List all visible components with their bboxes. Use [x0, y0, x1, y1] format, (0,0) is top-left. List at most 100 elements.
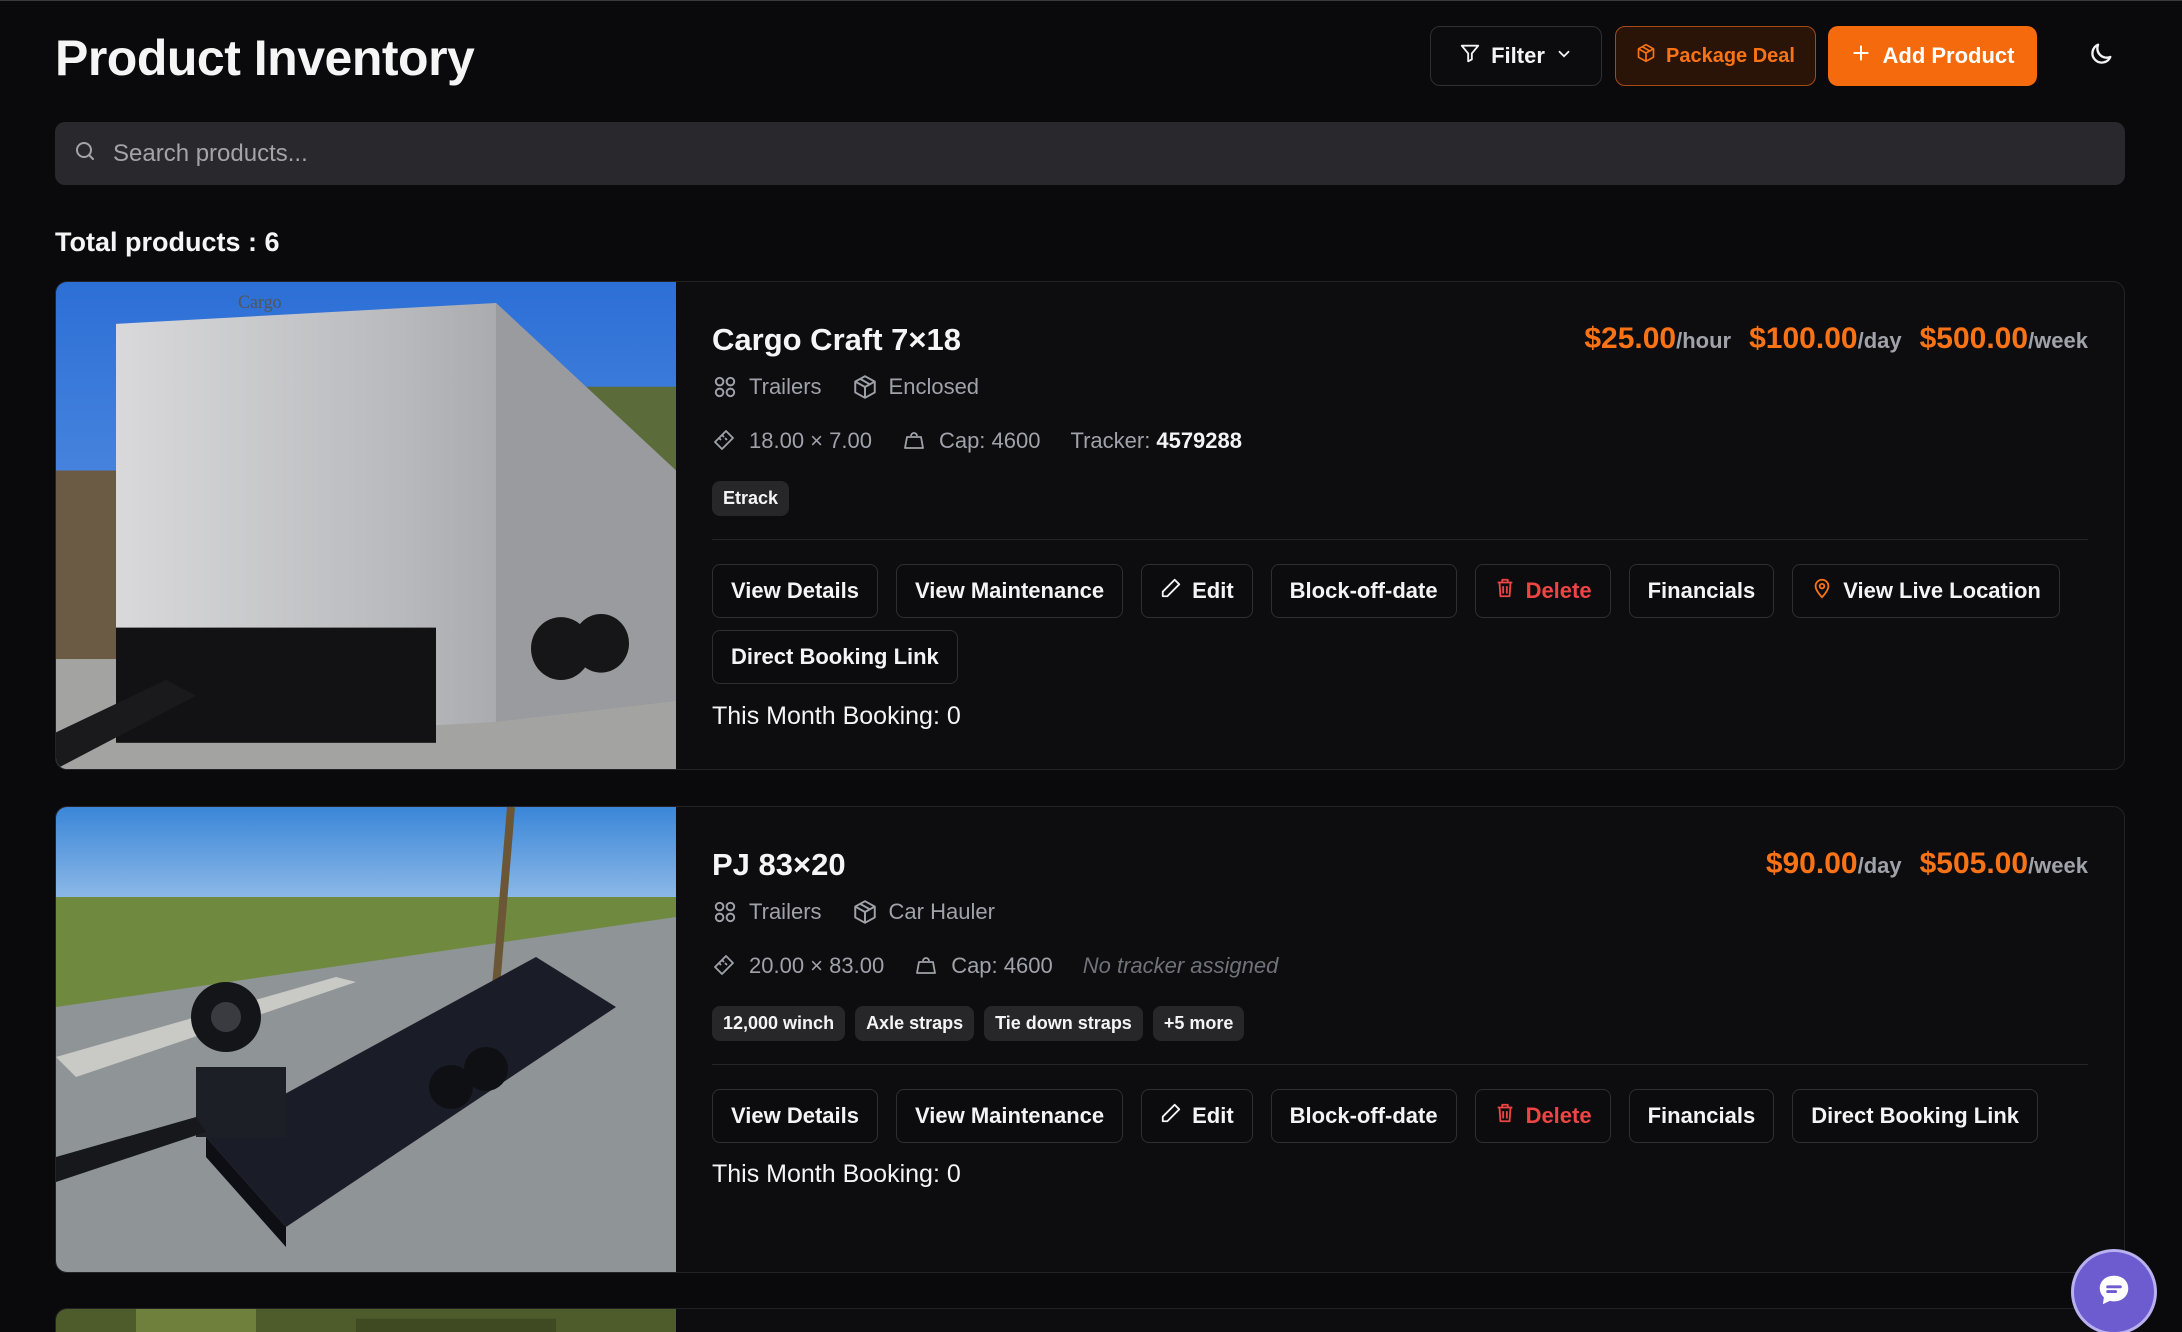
specs-row: 20.00 × 83.00 Cap: 4600 No tracker assig… — [712, 953, 1278, 979]
price-amount: $505.00 — [1919, 847, 2029, 880]
product-card: PJ 83×20 $90.00 /day $505.00 /week Trail… — [55, 806, 2125, 1273]
view-details-button[interactable]: View Details — [712, 564, 878, 618]
product-image[interactable] — [56, 807, 676, 1272]
package-deal-label: Package Deal — [1666, 44, 1795, 67]
product-category: Trailers — [749, 374, 822, 399]
product-subtype: Car Hauler — [888, 899, 995, 924]
search-icon — [73, 139, 97, 168]
divider — [712, 539, 2088, 540]
product-capacity: Cap: 4600 — [938, 428, 1041, 453]
search-bar — [55, 122, 2125, 185]
grid-icon — [712, 374, 738, 400]
weight-icon — [902, 428, 928, 454]
feature-tags: 12,000 winch Axle straps Tie down straps… — [712, 1006, 1245, 1041]
edit-button[interactable]: Edit — [1141, 1089, 1253, 1143]
view-maintenance-button[interactable]: View Maintenance — [896, 1089, 1124, 1143]
direct-booking-link-button[interactable]: Direct Booking Link — [1792, 1089, 2038, 1143]
direct-booking-link-button[interactable]: Direct Booking Link — [712, 630, 958, 684]
price-amount: $25.00 — [1584, 322, 1677, 355]
weight-icon — [914, 953, 940, 979]
price-hourly: $25.00 /hour — [1584, 322, 1731, 356]
inventory-page: Product Inventory Filter Package Deal Ad… — [55, 1, 2125, 1332]
page-title: Product Inventory — [55, 30, 475, 86]
specs-row: 18.00 × 7.00 Cap: 4600 Tracker: 4579288 — [712, 428, 1242, 454]
tracker-value: 4579288 — [1156, 428, 1242, 453]
product-actions: View Details View Maintenance Edit Block… — [712, 1089, 2124, 1143]
trash-icon — [1494, 1102, 1516, 1130]
ruler-icon — [712, 953, 738, 979]
product-name: PJ 83×20 — [712, 847, 846, 882]
package-deal-button[interactable]: Package Deal — [1615, 26, 1816, 86]
product-dimensions: 20.00 × 83.00 — [749, 953, 885, 978]
pencil-icon — [1160, 577, 1182, 605]
divider — [712, 1064, 2088, 1065]
financials-button[interactable]: Financials — [1628, 1089, 1775, 1143]
tracker-label: Tracker: — [1070, 428, 1151, 453]
plus-icon — [1851, 43, 1871, 69]
product-prices: $25.00 /hour $100.00 /day $500.00 /week — [1584, 322, 2088, 356]
edit-button[interactable]: Edit — [1141, 564, 1253, 618]
box-icon — [852, 374, 878, 400]
view-live-location-button[interactable]: View Live Location — [1792, 564, 2060, 618]
package-icon — [1636, 43, 1656, 69]
price-weekly: $500.00 /week — [1920, 322, 2088, 356]
filter-label: Filter — [1491, 43, 1545, 68]
svg-text:Cargo: Cargo — [238, 292, 282, 312]
financials-button[interactable]: Financials — [1628, 564, 1775, 618]
view-live-location-label: View Live Location — [1843, 578, 2041, 603]
tracker-status: No tracker assigned — [1082, 953, 1279, 978]
price-amount: $500.00 — [1919, 322, 2029, 355]
feature-tag: Axle straps — [855, 1006, 975, 1041]
price-weekly: $505.00 /week — [1920, 847, 2088, 881]
feature-tag: Etrack — [712, 481, 790, 516]
map-pin-icon — [1811, 577, 1833, 605]
price-unit: /week — [2028, 328, 2088, 353]
product-prices: $90.00 /day $505.00 /week — [1766, 847, 2088, 881]
moon-icon — [2087, 40, 2115, 73]
product-image[interactable]: Cargo — [56, 282, 676, 769]
monthly-booking: This Month Booking: 0 — [712, 702, 961, 730]
block-off-date-button[interactable]: Block-off-date — [1270, 564, 1457, 618]
delete-button[interactable]: Delete — [1474, 564, 1611, 618]
category-row: Trailers Car Hauler — [712, 899, 995, 925]
ruler-icon — [712, 428, 738, 454]
delete-button[interactable]: Delete — [1474, 1089, 1611, 1143]
price-daily: $90.00 /day — [1766, 847, 1902, 881]
view-details-button[interactable]: View Details — [712, 1089, 878, 1143]
product-name: Cargo Craft 7×18 — [712, 322, 961, 357]
total-products: Total products : 6 — [55, 227, 280, 257]
pencil-icon — [1160, 1102, 1182, 1130]
theme-toggle[interactable] — [2085, 40, 2117, 72]
add-product-label: Add Product — [1882, 43, 2015, 68]
price-unit: /hour — [1676, 328, 1732, 353]
delete-label: Delete — [1525, 1103, 1592, 1128]
category-row: Trailers Enclosed — [712, 374, 979, 400]
price-unit: /day — [1857, 328, 1902, 353]
page-header: Product Inventory Filter Package Deal Ad… — [55, 1, 2125, 113]
block-off-date-button[interactable]: Block-off-date — [1270, 1089, 1457, 1143]
box-icon — [852, 899, 878, 925]
filter-button[interactable]: Filter — [1430, 26, 1602, 86]
price-unit: /day — [1857, 853, 1902, 878]
price-amount: $100.00 — [1749, 322, 1858, 355]
feature-tag: 12,000 winch — [712, 1006, 846, 1041]
chat-icon — [2095, 1271, 2133, 1314]
search-input[interactable] — [113, 139, 2013, 168]
chevron-down-icon — [1555, 43, 1573, 69]
more-tags[interactable]: +5 more — [1152, 1006, 1245, 1041]
feature-tag: Tie down straps — [984, 1006, 1143, 1041]
add-product-button[interactable]: Add Product — [1828, 26, 2037, 86]
chat-button[interactable] — [2071, 1249, 2157, 1332]
product-image[interactable] — [56, 1309, 676, 1332]
feature-tags: Etrack — [712, 481, 790, 516]
filter-icon — [1459, 42, 1481, 70]
edit-label: Edit — [1192, 1103, 1234, 1128]
product-capacity: Cap: 4600 — [951, 953, 1053, 978]
grid-icon — [712, 899, 738, 925]
product-card — [55, 1308, 2125, 1332]
product-card: Cargo Cargo Craft 7×18 $25.00 /hour $100… — [55, 281, 2125, 770]
trash-icon — [1494, 577, 1516, 605]
edit-label: Edit — [1192, 578, 1234, 603]
monthly-booking: This Month Booking: 0 — [712, 1160, 961, 1188]
view-maintenance-button[interactable]: View Maintenance — [896, 564, 1124, 618]
